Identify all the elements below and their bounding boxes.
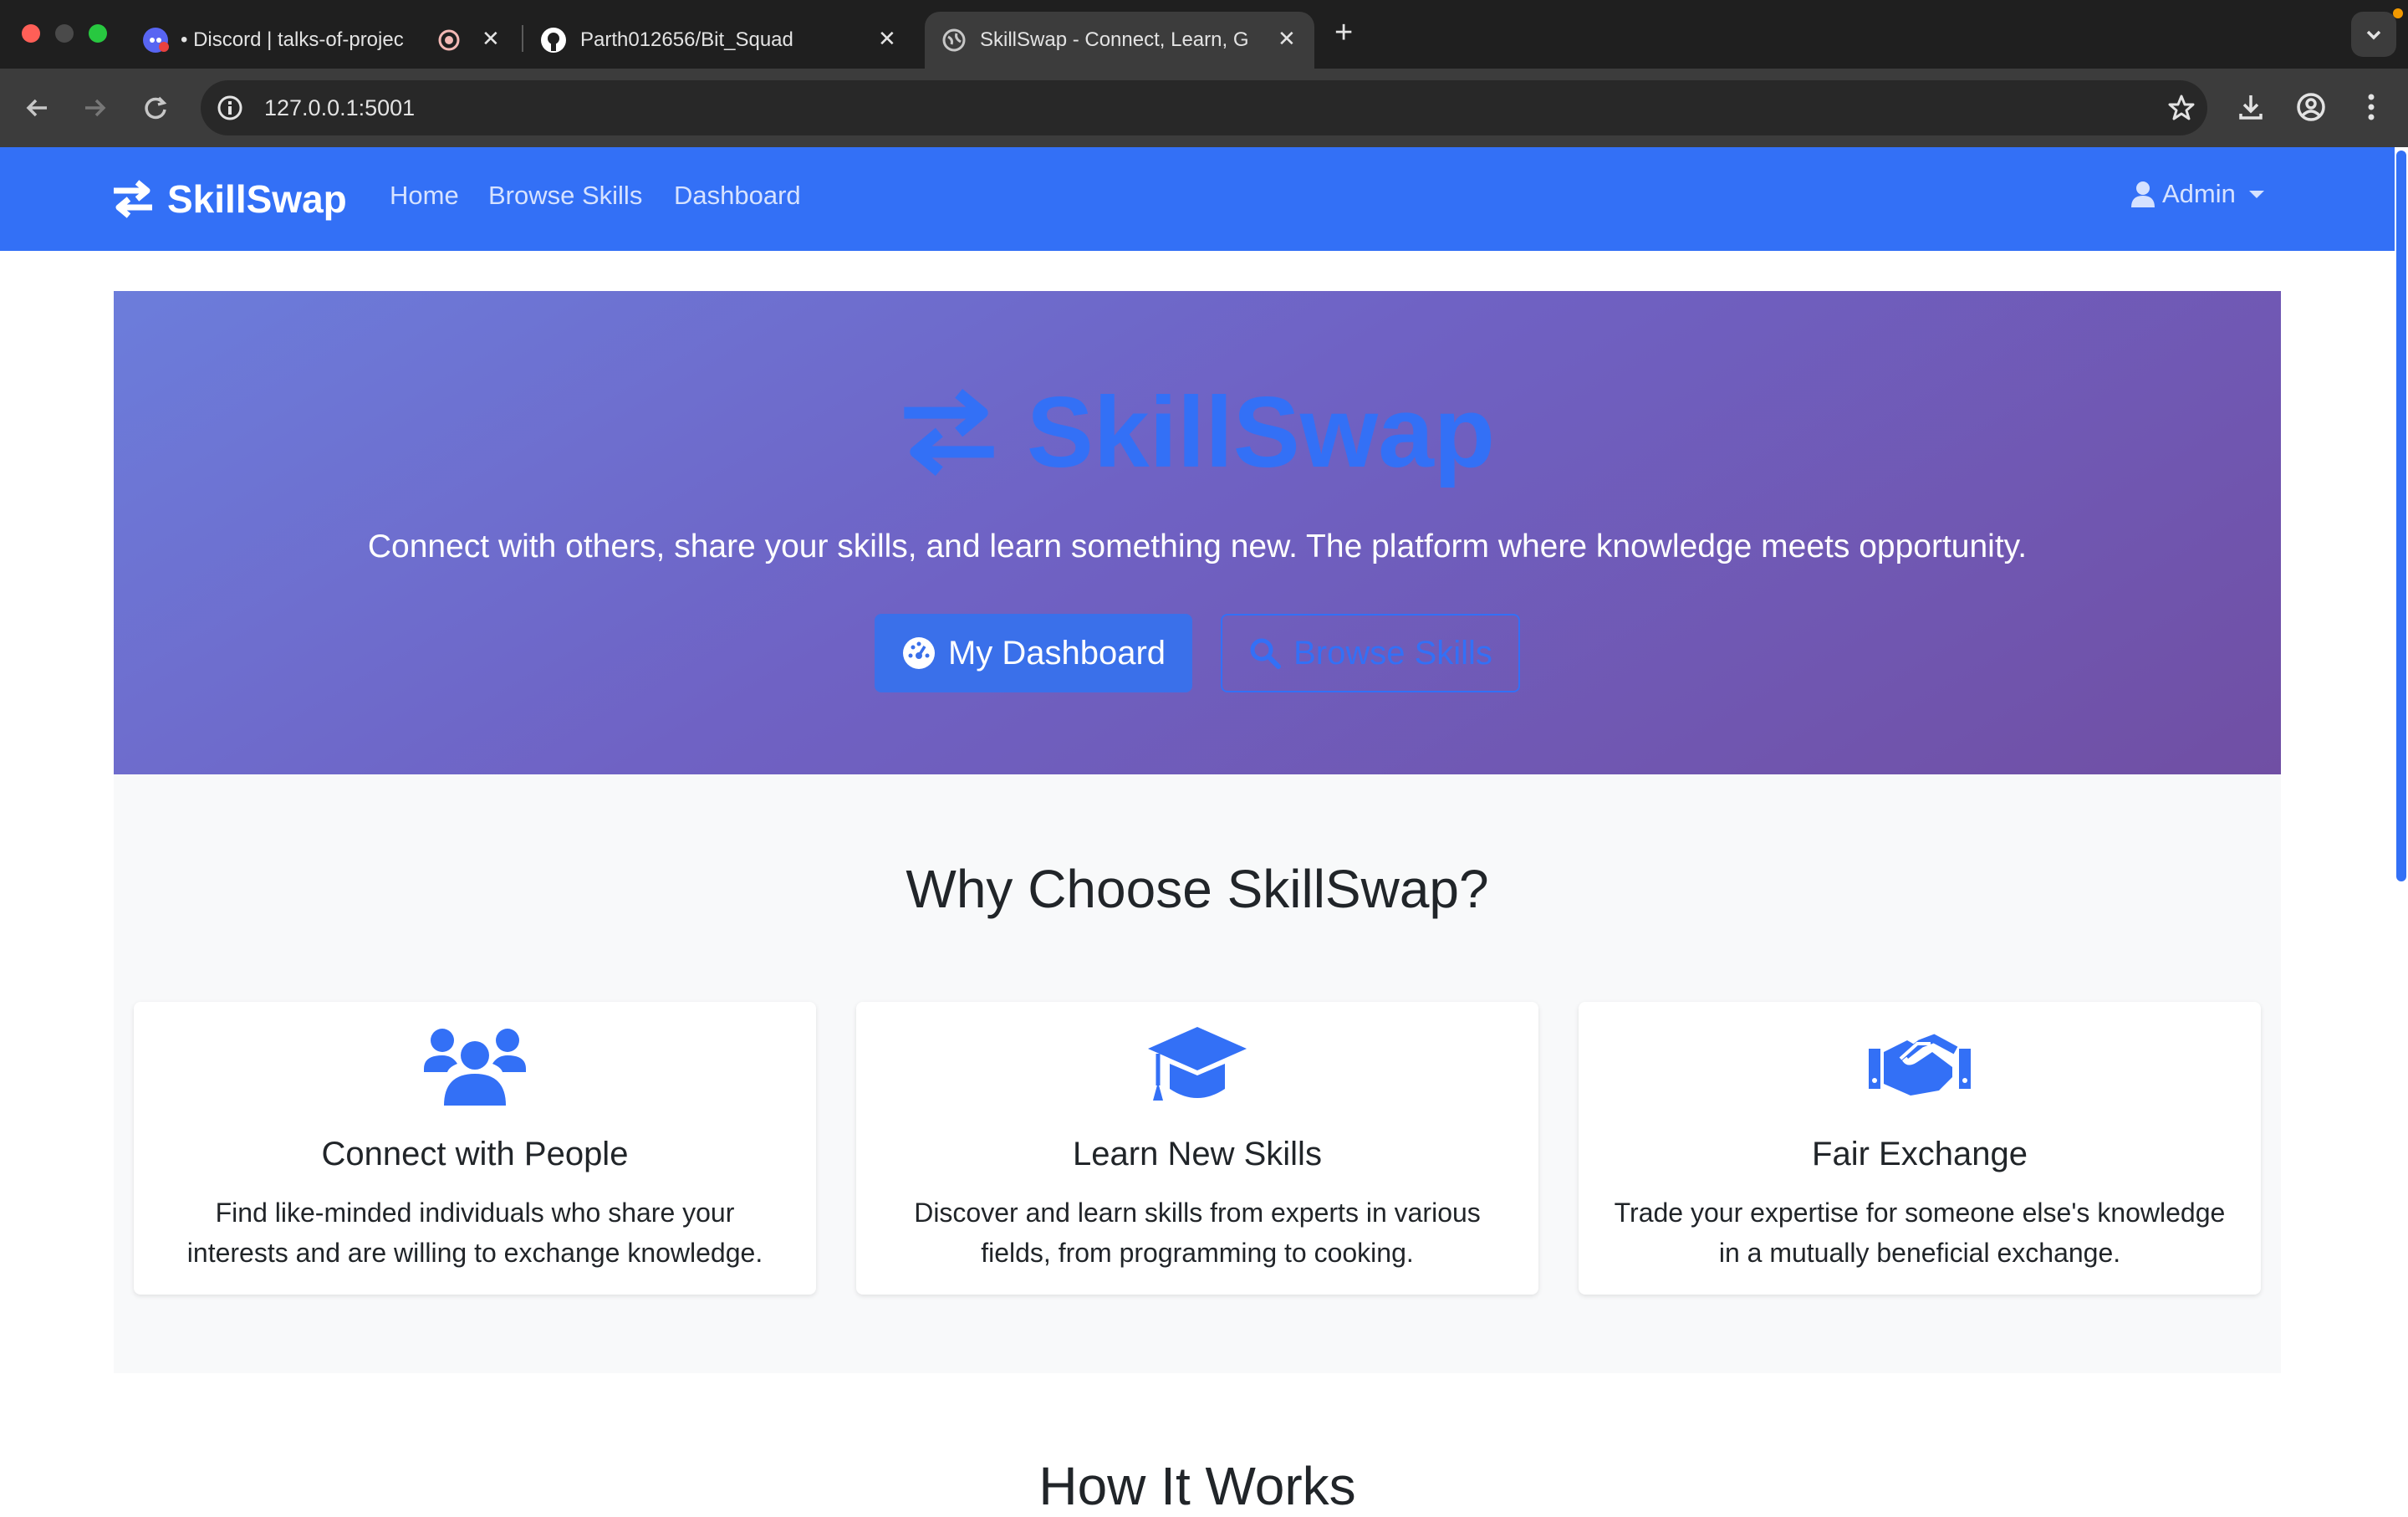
close-tab-icon[interactable]: ✕ [878, 28, 896, 49]
tab-title: SkillSwap - Connect, Learn, G [980, 28, 1249, 51]
page-scrollbar[interactable] [2395, 147, 2408, 1505]
my-dashboard-button[interactable]: My Dashboard [875, 614, 1192, 692]
recording-icon [438, 29, 460, 51]
brand-logo[interactable]: SkillSwap [112, 172, 347, 226]
notification-dot [2393, 8, 2403, 18]
discord-icon [143, 28, 169, 53]
feature-card: Fair Exchange Trade your expertise for s… [1579, 1002, 2261, 1295]
card-text: Discover and learn skills from experts i… [914, 1198, 1481, 1268]
close-window-button[interactable] [22, 24, 40, 43]
card-title: Learn New Skills [1073, 1136, 1322, 1172]
how-it-works-title: How It Works [1038, 1456, 1356, 1516]
new-tab-button[interactable]: + [1334, 15, 1353, 51]
profile-icon[interactable] [2294, 90, 2328, 124]
close-tab-icon[interactable]: ✕ [482, 28, 500, 49]
card-icon-wrap [1579, 1024, 2261, 1106]
card-title: Connect with People [321, 1136, 629, 1172]
user-dropdown[interactable]: Admin [2130, 179, 2268, 209]
nav-link-browse-skills[interactable]: Browse Skills [488, 181, 642, 211]
feature-card: Learn New Skills Discover and learn skil… [856, 1002, 1538, 1295]
exchange-arrows-icon [904, 388, 994, 477]
brand-name: SkillSwap [167, 177, 347, 221]
url-text[interactable]: 127.0.0.1:5001 [264, 80, 415, 135]
user-name: Admin [2162, 179, 2236, 208]
users-icon [424, 1029, 526, 1106]
search-icon [1250, 638, 1282, 669]
minimize-window-button[interactable] [55, 24, 74, 43]
chevron-down-icon [2366, 30, 2381, 40]
tab-separator [522, 25, 523, 52]
bookmark-star-icon[interactable] [2166, 92, 2197, 124]
hero-brand: SkillSwap [114, 375, 2281, 490]
maximize-window-button[interactable] [89, 24, 107, 43]
tab-github[interactable]: Parth012656/Bit_Squad ✕ [532, 12, 916, 69]
tab-title: Parth012656/Bit_Squad [580, 28, 793, 51]
card-icon-wrap [134, 1024, 816, 1106]
more-menu-icon[interactable] [2356, 90, 2386, 124]
globe-icon [942, 28, 966, 52]
button-label: My Dashboard [947, 634, 1166, 672]
features-section: Why Choose SkillSwap? Connect with Peopl… [114, 774, 2281, 1373]
browse-skills-button[interactable]: Browse Skills [1221, 614, 1520, 692]
features-title: Why Choose SkillSwap? [906, 859, 1489, 919]
tab-title: • Discord | talks-of-projec [181, 28, 404, 51]
card-text: Find like-minded individuals who share y… [186, 1198, 763, 1268]
hero-title: SkillSwap [1026, 376, 1496, 488]
card-icon-wrap [856, 1024, 1538, 1106]
scrollbar-thumb[interactable] [2396, 151, 2406, 881]
user-icon [2131, 181, 2155, 207]
address-bar[interactable]: 127.0.0.1:5001 [201, 80, 2207, 135]
hero-section: SkillSwap Connect with others, share you… [114, 291, 2281, 774]
nav-link-home[interactable]: Home [390, 181, 459, 211]
site-navbar: SkillSwap Home Browse Skills Dashboard A… [0, 147, 2395, 251]
tab-discord[interactable]: • Discord | talks-of-projec ✕ [134, 12, 518, 69]
hero-subtitle: Connect with others, share your skills, … [367, 529, 2028, 564]
close-tab-icon[interactable]: ✕ [1278, 28, 1296, 49]
caret-down-icon [2248, 191, 2264, 198]
download-icon[interactable] [2234, 90, 2268, 124]
tab-search-button[interactable] [2351, 12, 2396, 57]
card-title: Fair Exchange [1812, 1136, 2028, 1172]
tachometer-icon [902, 637, 935, 669]
nav-link-dashboard[interactable]: Dashboard [674, 181, 801, 211]
feature-card: Connect with People Find like-minded ind… [134, 1002, 816, 1295]
handshake-icon [1869, 1034, 1971, 1096]
tab-skillswap[interactable]: SkillSwap - Connect, Learn, G ✕ [925, 12, 1314, 69]
exchange-arrows-icon [114, 180, 152, 218]
card-text: Trade your expertise for someone else's … [1614, 1198, 2226, 1268]
button-label: Browse Skills [1293, 634, 1492, 672]
github-icon [541, 28, 566, 53]
browser-toolbar: 127.0.0.1:5001 [0, 69, 2408, 147]
site-info-icon[interactable] [214, 92, 246, 124]
back-arrow-icon[interactable] [22, 93, 52, 123]
graduation-cap-icon [1148, 1027, 1247, 1101]
browser-tab-strip: • Discord | talks-of-projec ✕ Parth01265… [0, 0, 2408, 69]
reload-icon[interactable] [140, 93, 171, 123]
forward-arrow-icon[interactable] [80, 93, 110, 123]
